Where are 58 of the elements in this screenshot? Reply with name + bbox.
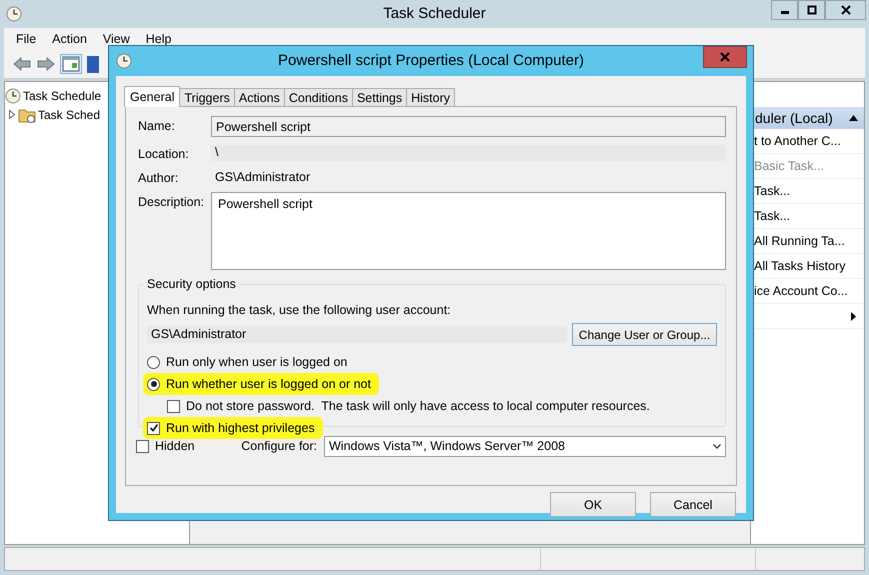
tab[interactable]: General [124, 86, 180, 107]
dialog-button[interactable]: OK [550, 492, 636, 517]
option-label[interactable]: Do not store password. The task will only have access to local computer resources. [186, 399, 650, 413]
account-field: GS\Administrator [147, 326, 567, 343]
option-label[interactable]: Run whether user is logged on or not [166, 377, 371, 391]
prompt-text: When running the task, use the following user account: [147, 303, 452, 317]
menu-item[interactable]: Action [44, 32, 95, 46]
field-label: Author: [138, 170, 180, 185]
folder-icon [18, 106, 36, 122]
submenu-arrow-icon[interactable] [851, 312, 856, 320]
radio-button[interactable] [147, 356, 160, 368]
tab[interactable]: Settings [352, 88, 408, 106]
close-icon [720, 52, 730, 62]
tree-item[interactable]: Task Schedule [23, 88, 102, 102]
window-title: Task Scheduler [383, 5, 486, 22]
checkbox[interactable] [136, 440, 149, 452]
tab[interactable]: Conditions [284, 88, 353, 106]
tab[interactable]: Actions [234, 88, 285, 106]
field-label: Location: [138, 146, 190, 161]
field-value: GS\Administrator [214, 169, 312, 185]
field-value: \ [211, 145, 726, 161]
tab[interactable]: History [406, 88, 456, 106]
group-title: Security options [146, 277, 237, 291]
actions-header[interactable]: duler (Local) [751, 107, 864, 129]
tree-item[interactable]: Task Sched [38, 108, 100, 122]
dialog-title: Powershell script Properties (Local Computer) [278, 52, 584, 69]
option-label[interactable]: Hidden [155, 439, 195, 453]
back-icon[interactable] [12, 56, 32, 72]
checkbox[interactable] [147, 422, 160, 434]
menu-item[interactable]: File [8, 32, 44, 46]
input-field[interactable]: Powershell script [211, 192, 726, 270]
forward-icon[interactable] [36, 56, 56, 72]
field-label: Configure for: [241, 439, 317, 453]
menu-item[interactable]: View [94, 32, 138, 46]
console-tree-icon[interactable] [60, 54, 82, 74]
clock-icon [116, 53, 132, 69]
collapse-icon[interactable] [849, 115, 858, 121]
input-field[interactable]: Powershell script [211, 116, 726, 137]
option-label[interactable]: Run with highest privileges [166, 421, 315, 435]
configure-dropdown[interactable]: Windows Vista™, Windows Server™ 2008 [324, 436, 726, 456]
close-icon [840, 5, 850, 15]
field-label: Description: [138, 194, 205, 209]
clock-icon [6, 6, 22, 22]
minimize-button[interactable] [771, 0, 798, 20]
maximize-icon [806, 5, 816, 15]
expand-icon[interactable] [8, 110, 16, 119]
actions-header-title: duler (Local) [755, 110, 833, 126]
dialog-button[interactable]: Cancel [650, 492, 736, 517]
field-label: Name: [138, 118, 176, 133]
maximize-button[interactable] [798, 0, 825, 20]
checkbox[interactable] [167, 400, 180, 412]
close-button[interactable] [825, 0, 866, 20]
option-label[interactable]: Run only when user is logged on [166, 355, 348, 369]
radio-button[interactable] [147, 378, 160, 390]
change-user-button[interactable]: Change User or Group... [572, 323, 717, 346]
tab[interactable]: Triggers [179, 88, 235, 106]
clock-icon [5, 88, 21, 104]
menu-item[interactable]: Help [138, 32, 180, 46]
